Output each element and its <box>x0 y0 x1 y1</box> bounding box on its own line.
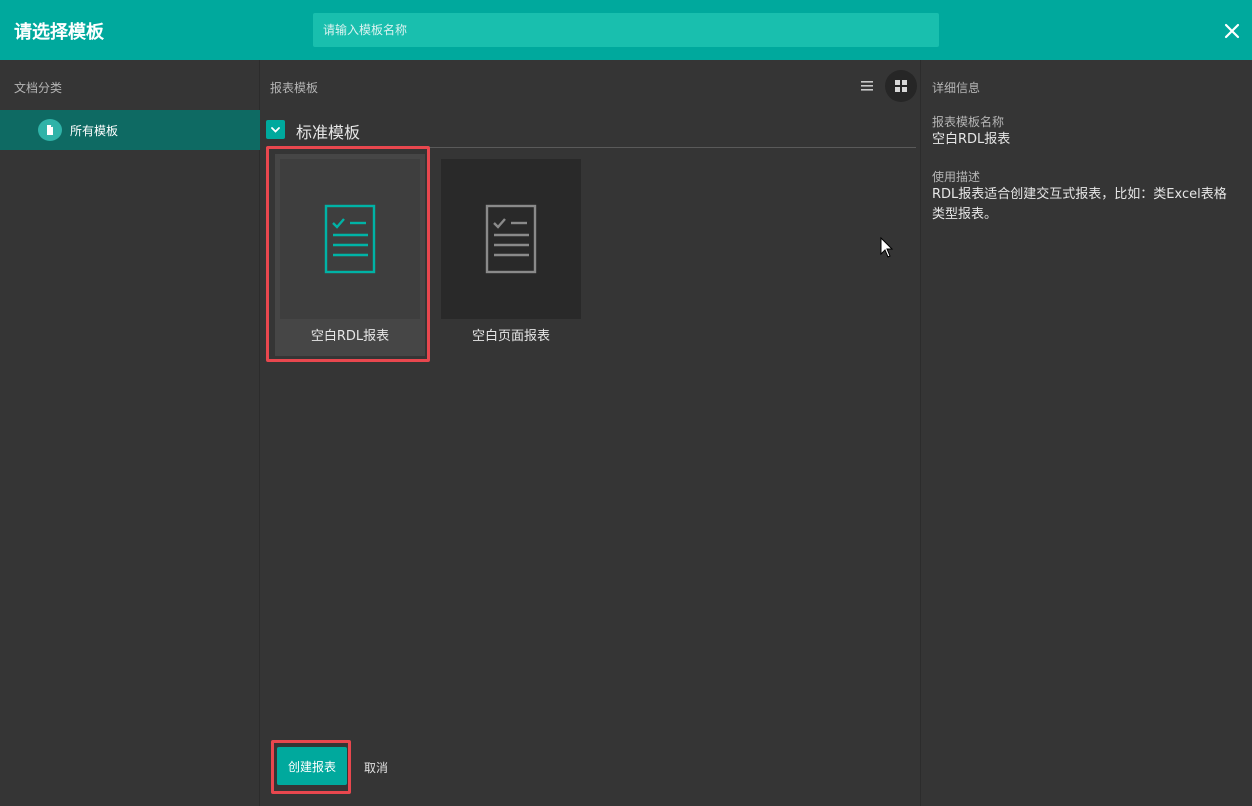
sidebar-item-all-templates[interactable]: 所有模板 <box>0 110 260 150</box>
template-panel: 报表模板 标准模板 空白RDL报表 空白页面报表 创建报表 取消 <box>261 60 921 806</box>
category-sidebar: 文档分类 所有模板 <box>0 60 260 806</box>
sidebar-title: 文档分类 <box>14 81 63 95</box>
group-title: 标准模板 <box>296 123 361 142</box>
chevron-down-icon[interactable] <box>266 120 285 139</box>
description-value: RDL报表适合创建交互式报表，比如：类Excel表格类型报表。 <box>932 187 1227 222</box>
list-view-icon[interactable] <box>855 75 879 97</box>
selection-highlight <box>266 146 430 362</box>
card-thumbnail <box>441 159 581 319</box>
panel-title: 报表模板 <box>270 81 319 95</box>
cancel-button[interactable]: 取消 <box>364 759 388 776</box>
grid-view-icon[interactable] <box>885 70 917 102</box>
template-name-value: 空白RDL报表 <box>932 132 1011 147</box>
close-icon[interactable] <box>1221 20 1243 42</box>
dialog-header: 请选择模板 <box>0 0 1252 60</box>
mouse-cursor-icon <box>880 236 894 259</box>
create-report-button[interactable]: 创建报表 <box>277 747 347 785</box>
card-label: 空白页面报表 <box>471 329 550 344</box>
detail-panel: 详细信息 报表模板名称 空白RDL报表 使用描述 RDL报表适合创建交互式报表，… <box>922 60 1252 806</box>
detail-title: 详细信息 <box>932 81 981 95</box>
template-search-input[interactable] <box>313 13 939 47</box>
description-label: 使用描述 <box>932 170 981 184</box>
report-icon <box>441 204 581 323</box>
document-icon <box>38 119 62 141</box>
dialog-title: 请选择模板 <box>14 22 104 43</box>
sidebar-item-label: 所有模板 <box>70 124 119 138</box>
template-name-label: 报表模板名称 <box>932 115 1005 129</box>
